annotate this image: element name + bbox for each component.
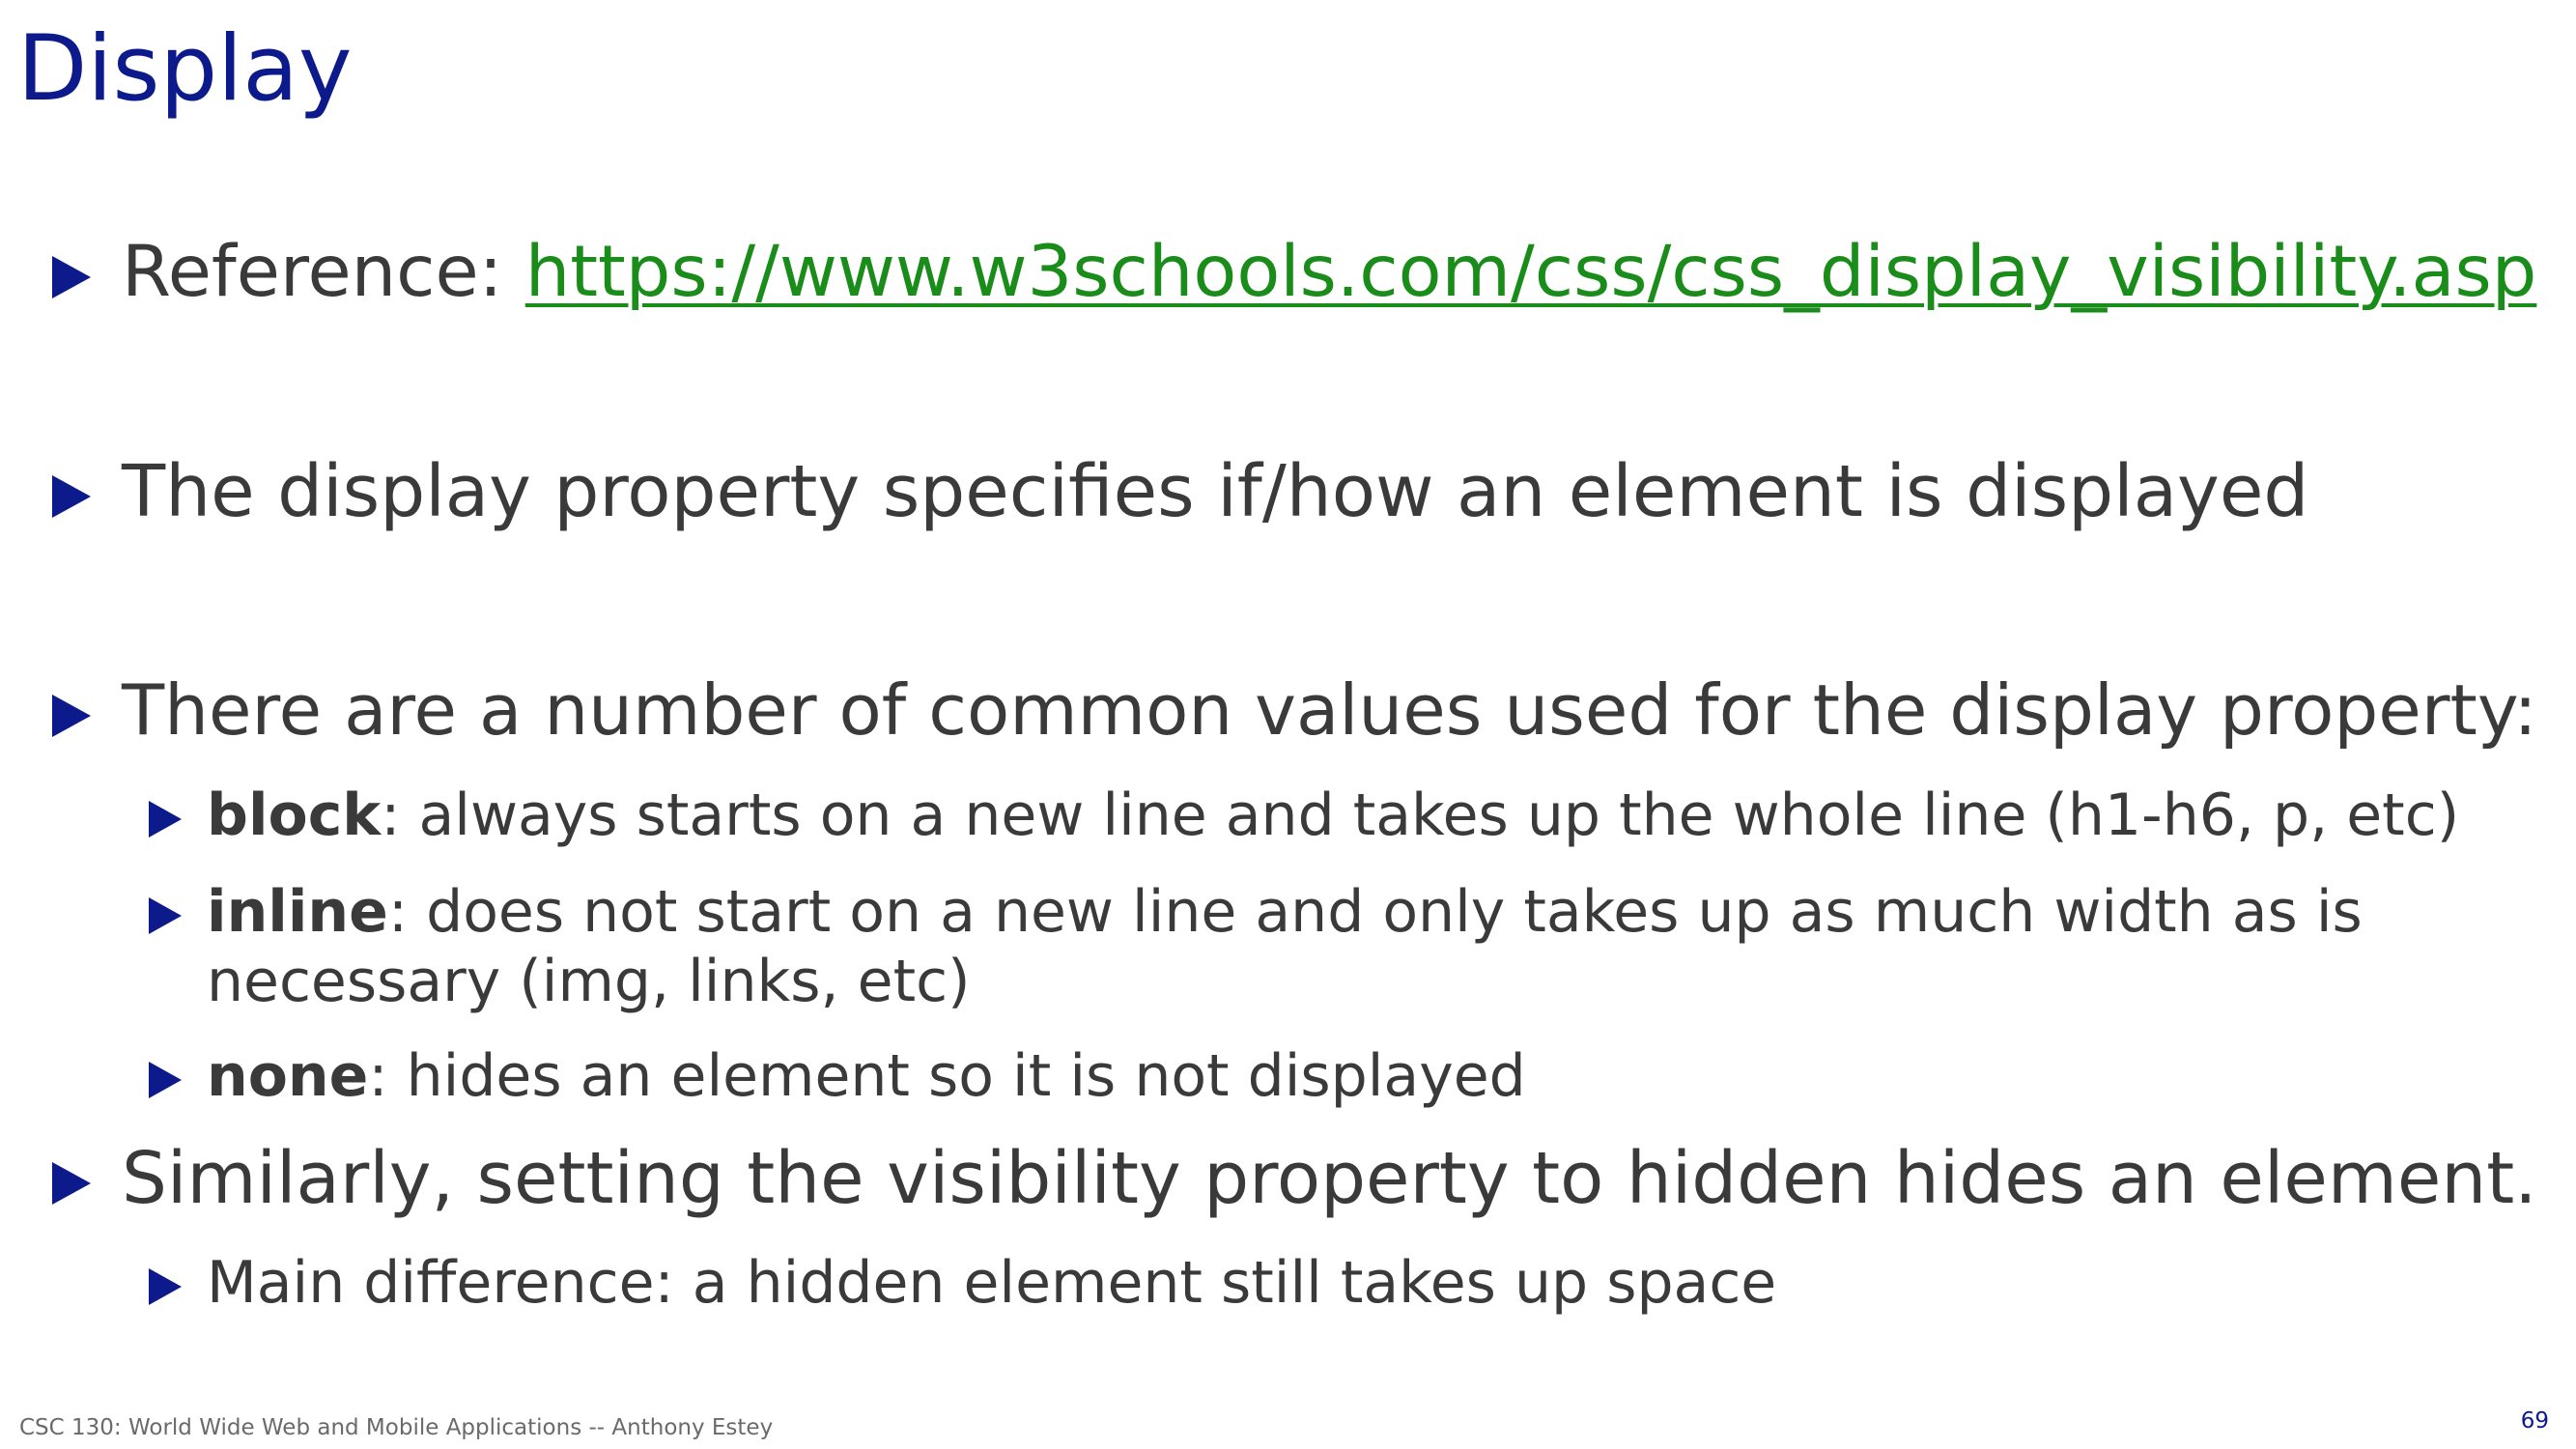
term-block: block bbox=[207, 781, 382, 849]
sub-bullet-difference: Main difference: a hidden element still … bbox=[149, 1248, 1777, 1318]
bullet-text: Similarly, setting the visibility proper… bbox=[122, 1137, 2537, 1220]
reference-label: Reference: bbox=[122, 231, 525, 313]
sub-bullet-text: Main difference: a hidden element still … bbox=[207, 1249, 1777, 1317]
sub-bullet-text: : hides an element so it is not displaye… bbox=[368, 1042, 1526, 1110]
bullet-visibility: Similarly, setting the visibility proper… bbox=[52, 1136, 2537, 1221]
sub-bullet-text: : does not start on a new line and only … bbox=[387, 878, 2363, 946]
sub-bullet-inline: inline: does not start on a new line and… bbox=[149, 877, 2363, 1016]
bullet-marker-icon bbox=[52, 1162, 91, 1205]
term-inline: inline bbox=[207, 878, 388, 946]
bullet-marker-icon bbox=[149, 801, 182, 838]
bullet-common-values: There are a number of common values used… bbox=[52, 668, 2537, 753]
page-number: 69 bbox=[2520, 1408, 2549, 1434]
bullet-text: The display property specifies if/how an… bbox=[122, 450, 2309, 533]
bullet-list: Reference: https://www.w3schools.com/css… bbox=[0, 0, 2576, 1449]
bullet-display-property: The display property specifies if/how an… bbox=[52, 449, 2309, 534]
term-none: none bbox=[207, 1042, 369, 1110]
bullet-marker-icon bbox=[52, 695, 91, 737]
bullet-reference: Reference: https://www.w3schools.com/css… bbox=[52, 230, 2537, 315]
slide-footer: CSC 130: World Wide Web and Mobile Appli… bbox=[19, 1415, 774, 1440]
bullet-marker-icon bbox=[52, 475, 91, 518]
bullet-marker-icon bbox=[149, 897, 182, 934]
bullet-marker-icon bbox=[149, 1268, 182, 1305]
sub-bullet-text-continued: necessary (img, links, etc) bbox=[207, 948, 971, 1015]
reference-link[interactable]: https://www.w3schools.com/css/css_displa… bbox=[525, 231, 2537, 313]
bullet-marker-icon bbox=[52, 256, 91, 298]
bullet-marker-icon bbox=[149, 1062, 182, 1098]
bullet-text: There are a number of common values used… bbox=[122, 670, 2537, 752]
sub-bullet-text: : always starts on a new line and takes … bbox=[381, 781, 2460, 849]
sub-bullet-none: none: hides an element so it is not disp… bbox=[149, 1041, 1526, 1111]
sub-bullet-block: block: always starts on a new line and t… bbox=[149, 781, 2460, 850]
